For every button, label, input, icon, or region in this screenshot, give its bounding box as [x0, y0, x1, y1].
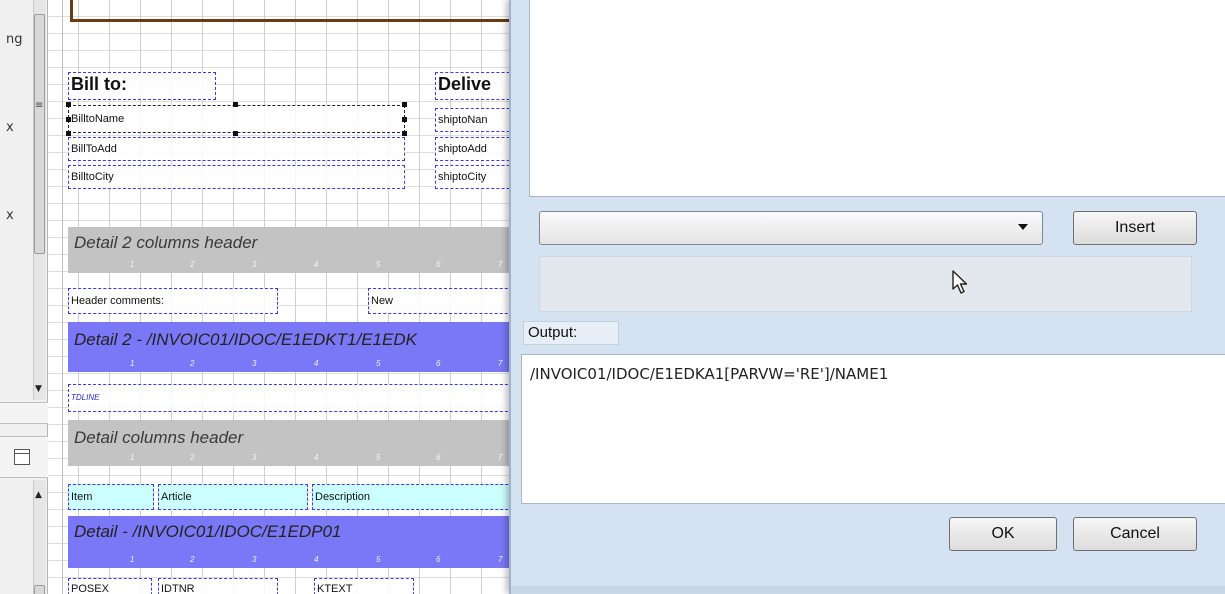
left-panel: ng x x ≡ ▼ ▲	[0, 0, 48, 594]
scrollbar-thumb-lower[interactable]	[34, 585, 45, 594]
ruler-tick: 6	[436, 359, 441, 368]
ruler-tick: 3	[252, 453, 257, 462]
new-label[interactable]: New	[368, 288, 518, 314]
scroll-up-icon[interactable]: ▲	[31, 488, 46, 502]
resize-handle[interactable]	[66, 117, 71, 122]
detail-columns-header-band[interactable]: Detail columns header 1 2 3 4 5 6 7	[68, 420, 518, 466]
page-header-border	[70, 0, 518, 22]
ruler-tick: 7	[498, 453, 503, 462]
left-panel-text: x	[6, 120, 14, 135]
scrollbar-thumb[interactable]	[34, 14, 45, 254]
tdline-field[interactable]: TDLINE	[68, 384, 518, 412]
ruler-tick: 6	[436, 555, 441, 564]
left-panel-text: x	[6, 208, 14, 223]
deliver-to-label[interactable]: Delive	[435, 72, 518, 100]
band-ruler: 1 2 3 4 5 6 7	[128, 359, 518, 371]
resize-handle[interactable]	[402, 117, 407, 122]
ruler-tick: 5	[376, 555, 381, 564]
ruler-tick: 5	[376, 453, 381, 462]
resize-handle[interactable]	[233, 102, 238, 107]
scroll-down-icon[interactable]: ▼	[31, 382, 46, 396]
ruler-tick: 7	[498, 260, 503, 269]
insert-button[interactable]: Insert	[1073, 211, 1197, 245]
bill-to-label[interactable]: Bill to:	[68, 72, 216, 100]
ruler-tick: 2	[190, 453, 195, 462]
band-title: Detail 2 columns header	[74, 233, 258, 252]
output-label: Output:	[523, 321, 619, 345]
resize-handle[interactable]	[233, 131, 238, 136]
left-panel-text: ng	[6, 32, 23, 47]
mouse-pointer-icon	[952, 270, 968, 294]
ruler-tick: 4	[314, 453, 319, 462]
description-column-label[interactable]: Description	[312, 484, 518, 510]
panel-divider	[0, 402, 48, 424]
ruler-tick: 6	[436, 260, 441, 269]
billto-address-field[interactable]: BillToAdd	[68, 137, 405, 161]
band-ruler: 1 2 3 4 5 6 7	[128, 453, 518, 465]
band-title: Detail columns header	[74, 428, 244, 447]
resize-handle[interactable]	[66, 102, 71, 107]
resize-handle[interactable]	[66, 131, 71, 136]
ruler-tick: 1	[130, 453, 135, 462]
band-title: Detail - /INVOIC01/IDOC/E1EDP01	[74, 522, 342, 541]
output-field[interactable]: /INVOIC01/IDOC/E1EDKA1[PARVW='RE']/NAME1	[521, 354, 1225, 504]
expression-tree-area[interactable]	[529, 0, 1225, 197]
screen: ng x x ≡ ▼ ▲ Bill to: Delive BilltoName …	[0, 0, 1225, 594]
output-value: /INVOIC01/IDOC/E1EDKA1[PARVW='RE']/NAME1	[530, 365, 889, 383]
cancel-button[interactable]: Cancel	[1073, 517, 1197, 551]
restore-window-icon[interactable]	[14, 449, 30, 465]
detail2-band[interactable]: Detail 2 - /INVOIC01/IDOC/E1EDKT1/E1EDK …	[68, 322, 518, 372]
detail2-columns-header-band[interactable]: Detail 2 columns header 1 2 3 4 5 6 7	[68, 227, 518, 273]
report-canvas[interactable]: Bill to: Delive BilltoName BillToAdd Bil…	[48, 0, 518, 594]
posex-field[interactable]: POSEX	[68, 578, 152, 594]
ruler-tick: 5	[376, 359, 381, 368]
ruler-tick: 1	[130, 359, 135, 368]
ruler-tick: 1	[130, 260, 135, 269]
resize-handle[interactable]	[402, 131, 407, 136]
expression-dialog: Insert Output: /INVOIC01/IDOC/E1EDKA1[PA…	[509, 0, 1225, 594]
ktext-field[interactable]: KTEXT	[314, 578, 414, 594]
expression-preview[interactable]	[539, 256, 1192, 312]
idtnr-field[interactable]: IDTNR	[158, 578, 278, 594]
billto-city-field[interactable]: BilltoCity	[68, 165, 405, 189]
function-dropdown[interactable]	[539, 211, 1043, 245]
chevron-down-icon[interactable]	[1018, 224, 1028, 230]
panel-header	[0, 436, 48, 478]
band-ruler: 1 2 3 4 5 6 7	[128, 260, 518, 272]
shipto-address-field[interactable]: shiptoAdd	[435, 137, 518, 161]
ok-button[interactable]: OK	[949, 517, 1057, 551]
ruler-tick: 2	[190, 555, 195, 564]
ruler-tick: 2	[190, 359, 195, 368]
header-comments-label[interactable]: Header comments:	[68, 288, 278, 314]
ruler-tick: 2	[190, 260, 195, 269]
shipto-city-field[interactable]: shiptoCity	[435, 165, 518, 189]
ruler-tick: 4	[314, 260, 319, 269]
article-column-label[interactable]: Article	[158, 484, 308, 510]
billto-name-field[interactable]: BilltoName	[68, 105, 405, 133]
resize-handle[interactable]	[402, 102, 407, 107]
ruler-tick: 3	[252, 359, 257, 368]
ruler-tick: 7	[498, 555, 503, 564]
ruler-tick: 1	[130, 555, 135, 564]
shipto-name-field[interactable]: shiptoNan	[435, 108, 518, 132]
ruler-tick: 6	[436, 453, 441, 462]
margin-line	[62, 0, 63, 594]
ruler-tick: 5	[376, 260, 381, 269]
detail-band[interactable]: Detail - /INVOIC01/IDOC/E1EDP01 1 2 3 4 …	[68, 516, 518, 568]
ruler-tick: 3	[252, 260, 257, 269]
ruler-tick: 3	[252, 555, 257, 564]
grip-icon: ≡	[35, 100, 44, 111]
band-ruler: 1 2 3 4 5 6 7	[128, 555, 518, 567]
band-title: Detail 2 - /INVOIC01/IDOC/E1EDKT1/E1EDK	[74, 330, 417, 349]
ruler-tick: 4	[314, 359, 319, 368]
ruler-tick: 4	[314, 555, 319, 564]
ruler-tick: 7	[498, 359, 503, 368]
dialog-bottom-edge	[511, 586, 1225, 594]
item-column-label[interactable]: Item	[68, 484, 154, 510]
